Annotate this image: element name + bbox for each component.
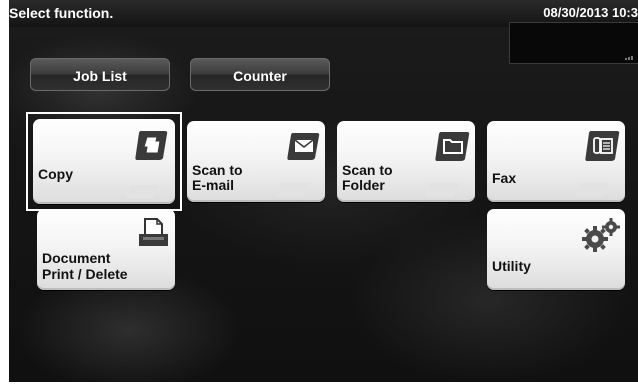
scan-folder-watermark-icon bbox=[425, 183, 459, 197]
fax-watermark-icon bbox=[575, 183, 609, 197]
scan-email-label-line1: Scan to bbox=[192, 162, 243, 178]
scan-email-label-line2: E-mail bbox=[192, 177, 235, 193]
utility-label: Utility bbox=[492, 258, 531, 274]
gear-icon bbox=[582, 218, 620, 252]
counter-button[interactable]: Counter bbox=[190, 58, 330, 91]
document-label-line1: Document bbox=[42, 250, 111, 266]
fax-function-button[interactable]: Fax bbox=[487, 121, 625, 202]
utility-function-button[interactable]: Utility bbox=[487, 209, 625, 290]
copy-function-button[interactable]: Copy bbox=[33, 119, 175, 204]
scan-folder-label-line1: Scan to bbox=[342, 162, 393, 178]
copy-label: Copy bbox=[38, 166, 73, 182]
envelope-icon bbox=[287, 133, 320, 160]
copy-watermark-icon bbox=[125, 185, 159, 199]
fax-icon bbox=[585, 131, 620, 161]
fax-label: Fax bbox=[492, 170, 517, 186]
prompt-message: Select function. bbox=[9, 5, 114, 21]
scan-email-watermark-icon bbox=[275, 183, 309, 197]
status-indicator-icon bbox=[625, 56, 633, 60]
status-display-panel bbox=[509, 22, 638, 64]
scan-to-email-function-button[interactable]: Scan to E-mail bbox=[187, 121, 325, 202]
copy-icon bbox=[135, 131, 168, 160]
touch-panel-screen: Select function. 08/30/2013 10:3 Job Lis… bbox=[9, 0, 638, 382]
folder-icon bbox=[435, 132, 470, 161]
scan-to-folder-function-button[interactable]: Scan to Folder bbox=[337, 121, 475, 202]
document-label-line2: Print / Delete bbox=[42, 266, 128, 282]
date-time-display: 08/30/2013 10:3 bbox=[543, 5, 638, 20]
job-list-button[interactable]: Job List bbox=[30, 58, 170, 91]
document-print-delete-function-button[interactable]: Document Print / Delete bbox=[37, 209, 175, 290]
scan-folder-label-line2: Folder bbox=[342, 177, 385, 193]
printer-icon bbox=[139, 218, 168, 246]
